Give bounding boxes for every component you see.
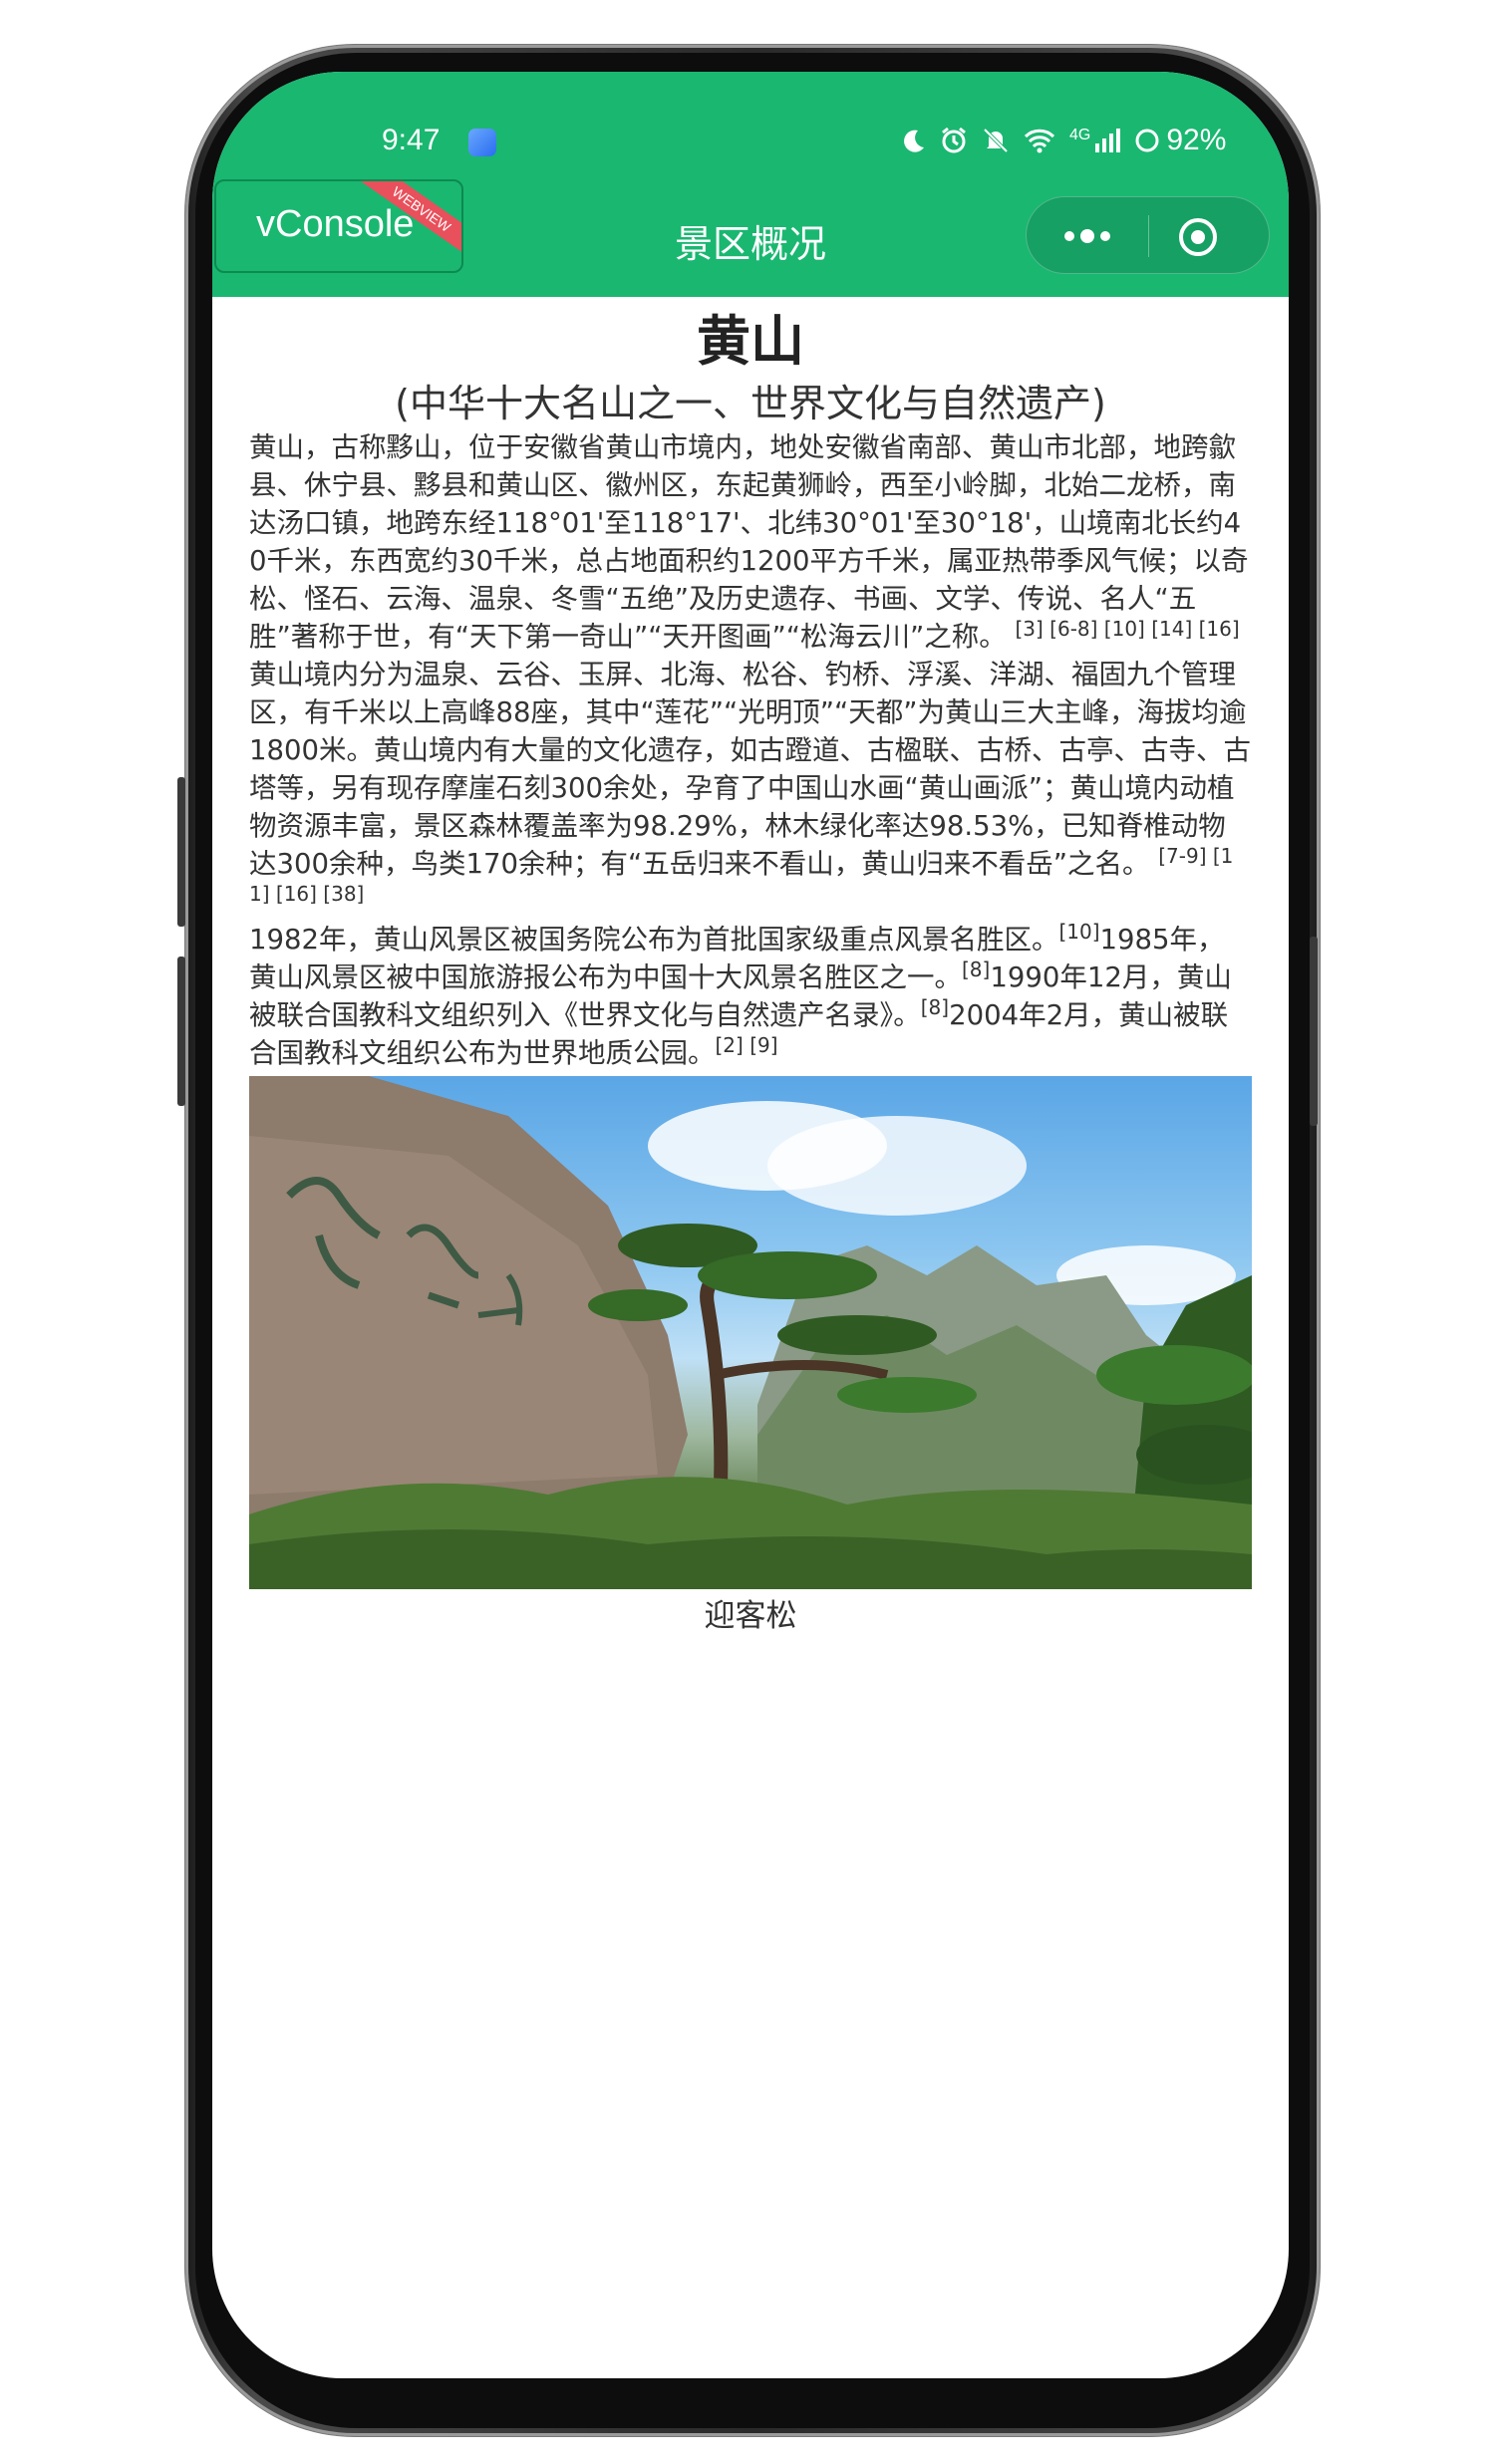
mute-bell-icon	[983, 128, 1009, 153]
header: 9:47 4G 92% vConsole WEBVIEW 景区概况	[212, 72, 1289, 297]
citation-ref[interactable]: [2] [9]	[716, 1033, 778, 1057]
citation-refs[interactable]: [3] [6-8] [10] [14] [16]	[1015, 617, 1239, 641]
citation-ref[interactable]: [8]	[962, 958, 990, 981]
battery-ring-icon	[1135, 129, 1159, 152]
image-caption: 迎客松	[704, 1598, 797, 1634]
history-text-1982: 1982年，黄山风景区被国务院公布为首批国家级重点风景名胜区。	[249, 924, 1059, 956]
capsule-divider	[1148, 215, 1149, 257]
more-icon[interactable]	[1056, 219, 1118, 253]
volume-down-button	[177, 957, 185, 1106]
alarm-icon	[942, 127, 966, 153]
paragraph-intro: 黄山，古称黟山，位于安徽省黄山市境内，地处安徽省南部、黄山市北部，地跨歙县、休宁…	[249, 428, 1252, 656]
battery-percent: 92%	[1166, 124, 1227, 156]
welcoming-pine-photo	[249, 1076, 1252, 1589]
article-title: 黄山	[697, 310, 804, 373]
moon-icon	[904, 130, 924, 152]
power-button	[1310, 937, 1318, 1126]
miniprogram-capsule	[1026, 196, 1270, 274]
wifi-icon	[1024, 129, 1055, 153]
paragraph-features-text: 黄山境内分为温泉、云谷、玉屏、北海、松谷、钓桥、浮溪、洋湖、福固九个管理区，有千…	[249, 659, 1251, 880]
volume-up-button	[177, 777, 185, 927]
citation-ref[interactable]: [8]	[921, 995, 949, 1019]
article: 黄山 (中华十大名山之一、世界文化与自然遗产) 黄山，古称黟山，位于安徽省黄山市…	[249, 307, 1252, 1637]
network-type-label: 4G	[1069, 127, 1091, 143]
signal-icon	[1095, 129, 1121, 152]
photo-illustration	[249, 1076, 1252, 1589]
article-subtitle: (中华十大名山之一、世界文化与自然遗产)	[395, 382, 1106, 425]
screen: 9:47 4G 92% vConsole WEBVIEW 景区概况 黄山 (中华…	[212, 72, 1289, 2378]
citation-ref[interactable]: [10]	[1058, 920, 1099, 944]
status-time: 9:47	[382, 124, 441, 156]
paragraph-history: 1982年，黄山风景区被国务院公布为首批国家级重点风景名胜区。[10]1985年…	[249, 921, 1252, 1072]
status-icons: 4G 92%	[900, 124, 1226, 157]
paragraph-features: 黄山境内分为温泉、云谷、玉屏、北海、松谷、钓桥、浮溪、洋湖、福固九个管理区，有千…	[249, 656, 1252, 921]
app-notification-icon	[468, 129, 496, 156]
close-target-icon[interactable]	[1176, 215, 1220, 259]
